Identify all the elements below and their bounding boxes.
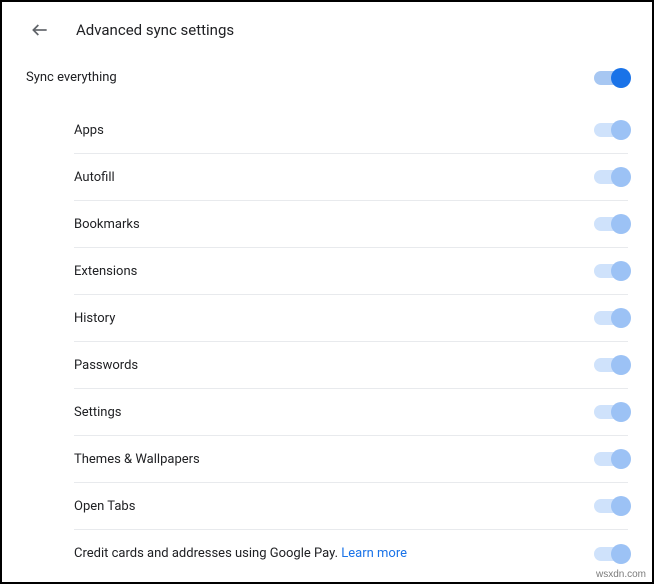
watermark-text: wsxdn.com	[594, 569, 648, 580]
sync-everything-label: Sync everything	[26, 70, 117, 85]
sync-item-row: Autofill	[74, 154, 628, 201]
sync-item-toggle	[594, 311, 628, 325]
sync-item-label: Credit cards and addresses using Google …	[74, 546, 407, 561]
sync-item-label: Settings	[74, 405, 121, 420]
sync-item-row: Settings	[74, 389, 628, 436]
sync-item-toggle	[594, 499, 628, 513]
sync-item-row: Themes & Wallpapers	[74, 436, 628, 483]
learn-more-link[interactable]: Learn more	[341, 546, 407, 561]
sync-item-label: History	[74, 311, 115, 326]
sync-item-toggle	[594, 123, 628, 137]
sync-items-list: Apps Autofill Bookmarks Extensions History Pa…	[2, 107, 652, 577]
sync-item-label: Extensions	[74, 264, 137, 279]
sync-item-label: Apps	[74, 123, 104, 138]
sync-everything-toggle[interactable]	[594, 71, 628, 85]
sync-everything-row: Sync everything	[2, 50, 652, 107]
sync-item-label: Themes & Wallpapers	[74, 452, 200, 467]
sync-item-row: Apps	[74, 107, 628, 154]
sync-item-toggle	[594, 170, 628, 184]
sync-item-toggle	[594, 547, 628, 561]
sync-item-row: Extensions	[74, 248, 628, 295]
sync-item-row: Bookmarks	[74, 201, 628, 248]
sync-item-row: Open Tabs	[74, 483, 628, 530]
sync-item-label: Open Tabs	[74, 499, 135, 514]
sync-item-toggle	[594, 358, 628, 372]
back-arrow-icon[interactable]	[30, 20, 50, 40]
sync-item-row: Passwords	[74, 342, 628, 389]
sync-item-label: Bookmarks	[74, 217, 140, 232]
sync-item-label: Autofill	[74, 170, 115, 185]
page-header: Advanced sync settings	[2, 2, 652, 50]
sync-item-toggle	[594, 452, 628, 466]
sync-item-toggle	[594, 264, 628, 278]
sync-item-row: Credit cards and addresses using Google …	[74, 530, 628, 577]
sync-item-toggle	[594, 217, 628, 231]
sync-item-toggle	[594, 405, 628, 419]
sync-item-label: Passwords	[74, 358, 138, 373]
sync-item-row: History	[74, 295, 628, 342]
page-title: Advanced sync settings	[76, 21, 234, 39]
